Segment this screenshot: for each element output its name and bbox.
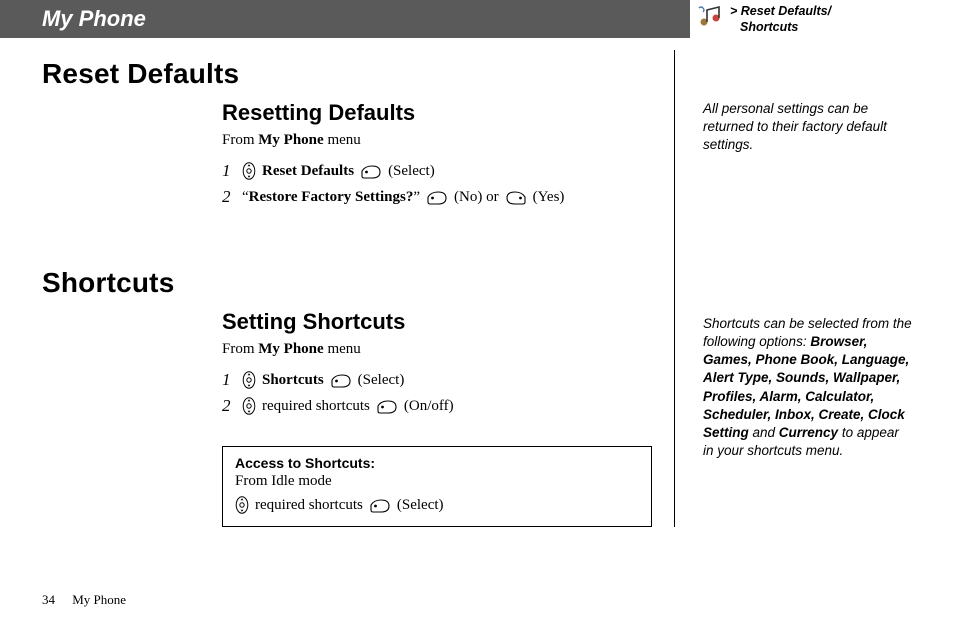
from-line-1: From My Phone menu <box>222 132 654 149</box>
from-line-2: From My Phone menu <box>222 341 654 358</box>
section-heading-reset-defaults: Reset Defaults <box>42 58 654 90</box>
nav-key-icon <box>242 371 256 389</box>
footer-label: My Phone <box>72 592 126 607</box>
page-number: 34 <box>42 592 55 607</box>
subheading-setting-shortcuts: Setting Shortcuts <box>222 309 654 335</box>
soft-key-right-icon <box>505 189 527 206</box>
access-box: Access to Shortcuts: From Idle mode requ… <box>222 446 652 527</box>
soft-key-left-icon <box>360 163 382 180</box>
access-from: From Idle mode <box>235 473 639 490</box>
step-2-reset: 2 “Restore Factory Settings?” (No) or (Y… <box>222 187 654 207</box>
side-note-1: All personal settings can be returned to… <box>703 100 903 155</box>
page-footer: 34 My Phone <box>42 592 126 608</box>
side-note-2: Shortcuts can be selected from the follo… <box>703 315 913 461</box>
access-row: required shortcuts (Select) <box>235 496 639 514</box>
music-notes-icon <box>696 4 724 28</box>
access-title: Access to Shortcuts: <box>235 455 639 471</box>
header-title: My Phone <box>0 0 690 38</box>
step-1-reset: 1 Reset Defaults (Select) <box>222 161 654 181</box>
main-column: Reset Defaults Resetting Defaults From M… <box>42 50 674 527</box>
header-breadcrumb: > Reset Defaults/ Shortcuts <box>690 0 954 38</box>
nav-key-icon <box>242 162 256 180</box>
breadcrumb-prefix: > <box>730 4 741 18</box>
nav-key-icon <box>242 397 256 415</box>
soft-key-left-icon <box>330 372 352 389</box>
step-1-shortcuts: 1 Shortcuts (Select) <box>222 370 654 390</box>
soft-key-left-icon <box>426 189 448 206</box>
step-2-shortcuts: 2 required shortcuts (On/off) <box>222 396 654 416</box>
soft-key-left-icon <box>369 497 391 514</box>
side-column: All personal settings can be returned to… <box>674 50 924 527</box>
nav-key-icon <box>235 496 249 514</box>
section-heading-shortcuts: Shortcuts <box>42 267 654 299</box>
soft-key-left-icon <box>376 398 398 415</box>
breadcrumb-line2: Shortcuts <box>740 20 798 36</box>
breadcrumb-line1: Reset Defaults/ <box>741 4 831 18</box>
page-header: My Phone > Reset Defaults/ Shortcuts <box>0 0 954 38</box>
subheading-resetting-defaults: Resetting Defaults <box>222 100 654 126</box>
